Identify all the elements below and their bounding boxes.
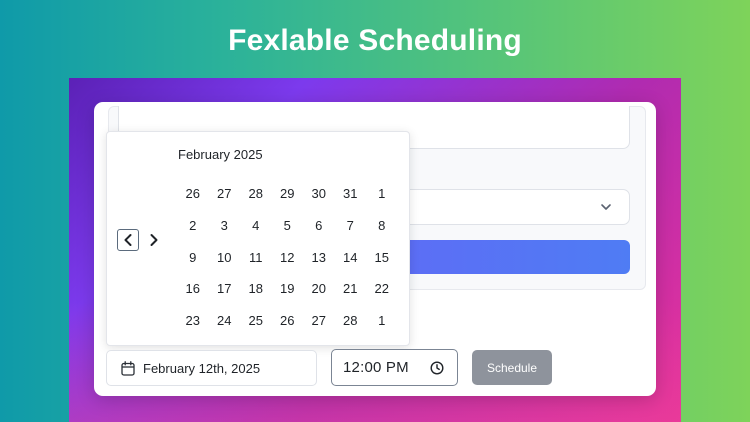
time-input[interactable]: 12:00 PM — [331, 349, 458, 386]
day-cell[interactable]: 11 — [240, 241, 272, 273]
day-cell[interactable]: 16 — [177, 273, 209, 305]
day-cell[interactable]: 18 — [240, 273, 272, 305]
clock-icon[interactable] — [430, 361, 444, 375]
day-cell[interactable]: 21 — [335, 273, 367, 305]
day-cell[interactable]: 22 — [366, 273, 398, 305]
date-value: February 12th, 2025 — [143, 361, 261, 376]
day-cell[interactable]: 30 — [303, 178, 335, 210]
day-cell[interactable]: 5 — [272, 210, 304, 242]
date-picker-popover: February 2025 26 27 28 29 30 31 1 2 3 4 … — [106, 131, 410, 346]
day-cell[interactable]: 1 — [366, 305, 398, 337]
date-picker-input[interactable]: February 12th, 2025 — [106, 350, 317, 386]
day-cell[interactable]: 8 — [366, 210, 398, 242]
day-cell[interactable]: 31 — [335, 178, 367, 210]
day-cell[interactable]: 27 — [303, 305, 335, 337]
day-cell[interactable]: 25 — [240, 305, 272, 337]
chevron-right-icon — [150, 234, 158, 246]
day-cell[interactable]: 24 — [209, 305, 241, 337]
day-cell[interactable]: 27 — [209, 178, 241, 210]
day-cell[interactable]: 6 — [303, 210, 335, 242]
day-cell[interactable]: 28 — [240, 178, 272, 210]
day-cell[interactable]: 9 — [177, 241, 209, 273]
chevron-down-icon[interactable] — [598, 199, 614, 215]
day-cell[interactable]: 26 — [177, 178, 209, 210]
schedule-button[interactable]: Schedule — [472, 350, 552, 385]
day-cell[interactable]: 28 — [335, 305, 367, 337]
day-cell[interactable]: 20 — [303, 273, 335, 305]
day-cell[interactable]: 2 — [177, 210, 209, 242]
page-title: Fexlable Scheduling — [228, 24, 522, 57]
previous-month-button[interactable] — [117, 229, 139, 251]
day-cell[interactable]: 1 — [366, 178, 398, 210]
month-caption: February 2025 — [178, 147, 263, 162]
day-cell[interactable]: 13 — [303, 241, 335, 273]
day-cell[interactable]: 14 — [335, 241, 367, 273]
day-cell[interactable]: 29 — [272, 178, 304, 210]
chevron-left-icon — [124, 234, 132, 246]
next-month-button[interactable] — [145, 230, 163, 250]
day-cell[interactable]: 15 — [366, 241, 398, 273]
day-cell[interactable]: 7 — [335, 210, 367, 242]
day-cell[interactable]: 12 — [272, 241, 304, 273]
day-cell[interactable]: 10 — [209, 241, 241, 273]
day-cell[interactable]: 23 — [177, 305, 209, 337]
day-cell[interactable]: 19 — [272, 273, 304, 305]
day-cell[interactable]: 26 — [272, 305, 304, 337]
day-grid: 26 27 28 29 30 31 1 2 3 4 5 6 7 8 9 10 1… — [177, 178, 398, 336]
day-cell[interactable]: 17 — [209, 273, 241, 305]
time-value: 12:00 PM — [343, 359, 409, 376]
day-cell[interactable]: 3 — [209, 210, 241, 242]
day-cell[interactable]: 4 — [240, 210, 272, 242]
calendar-icon — [121, 361, 135, 376]
